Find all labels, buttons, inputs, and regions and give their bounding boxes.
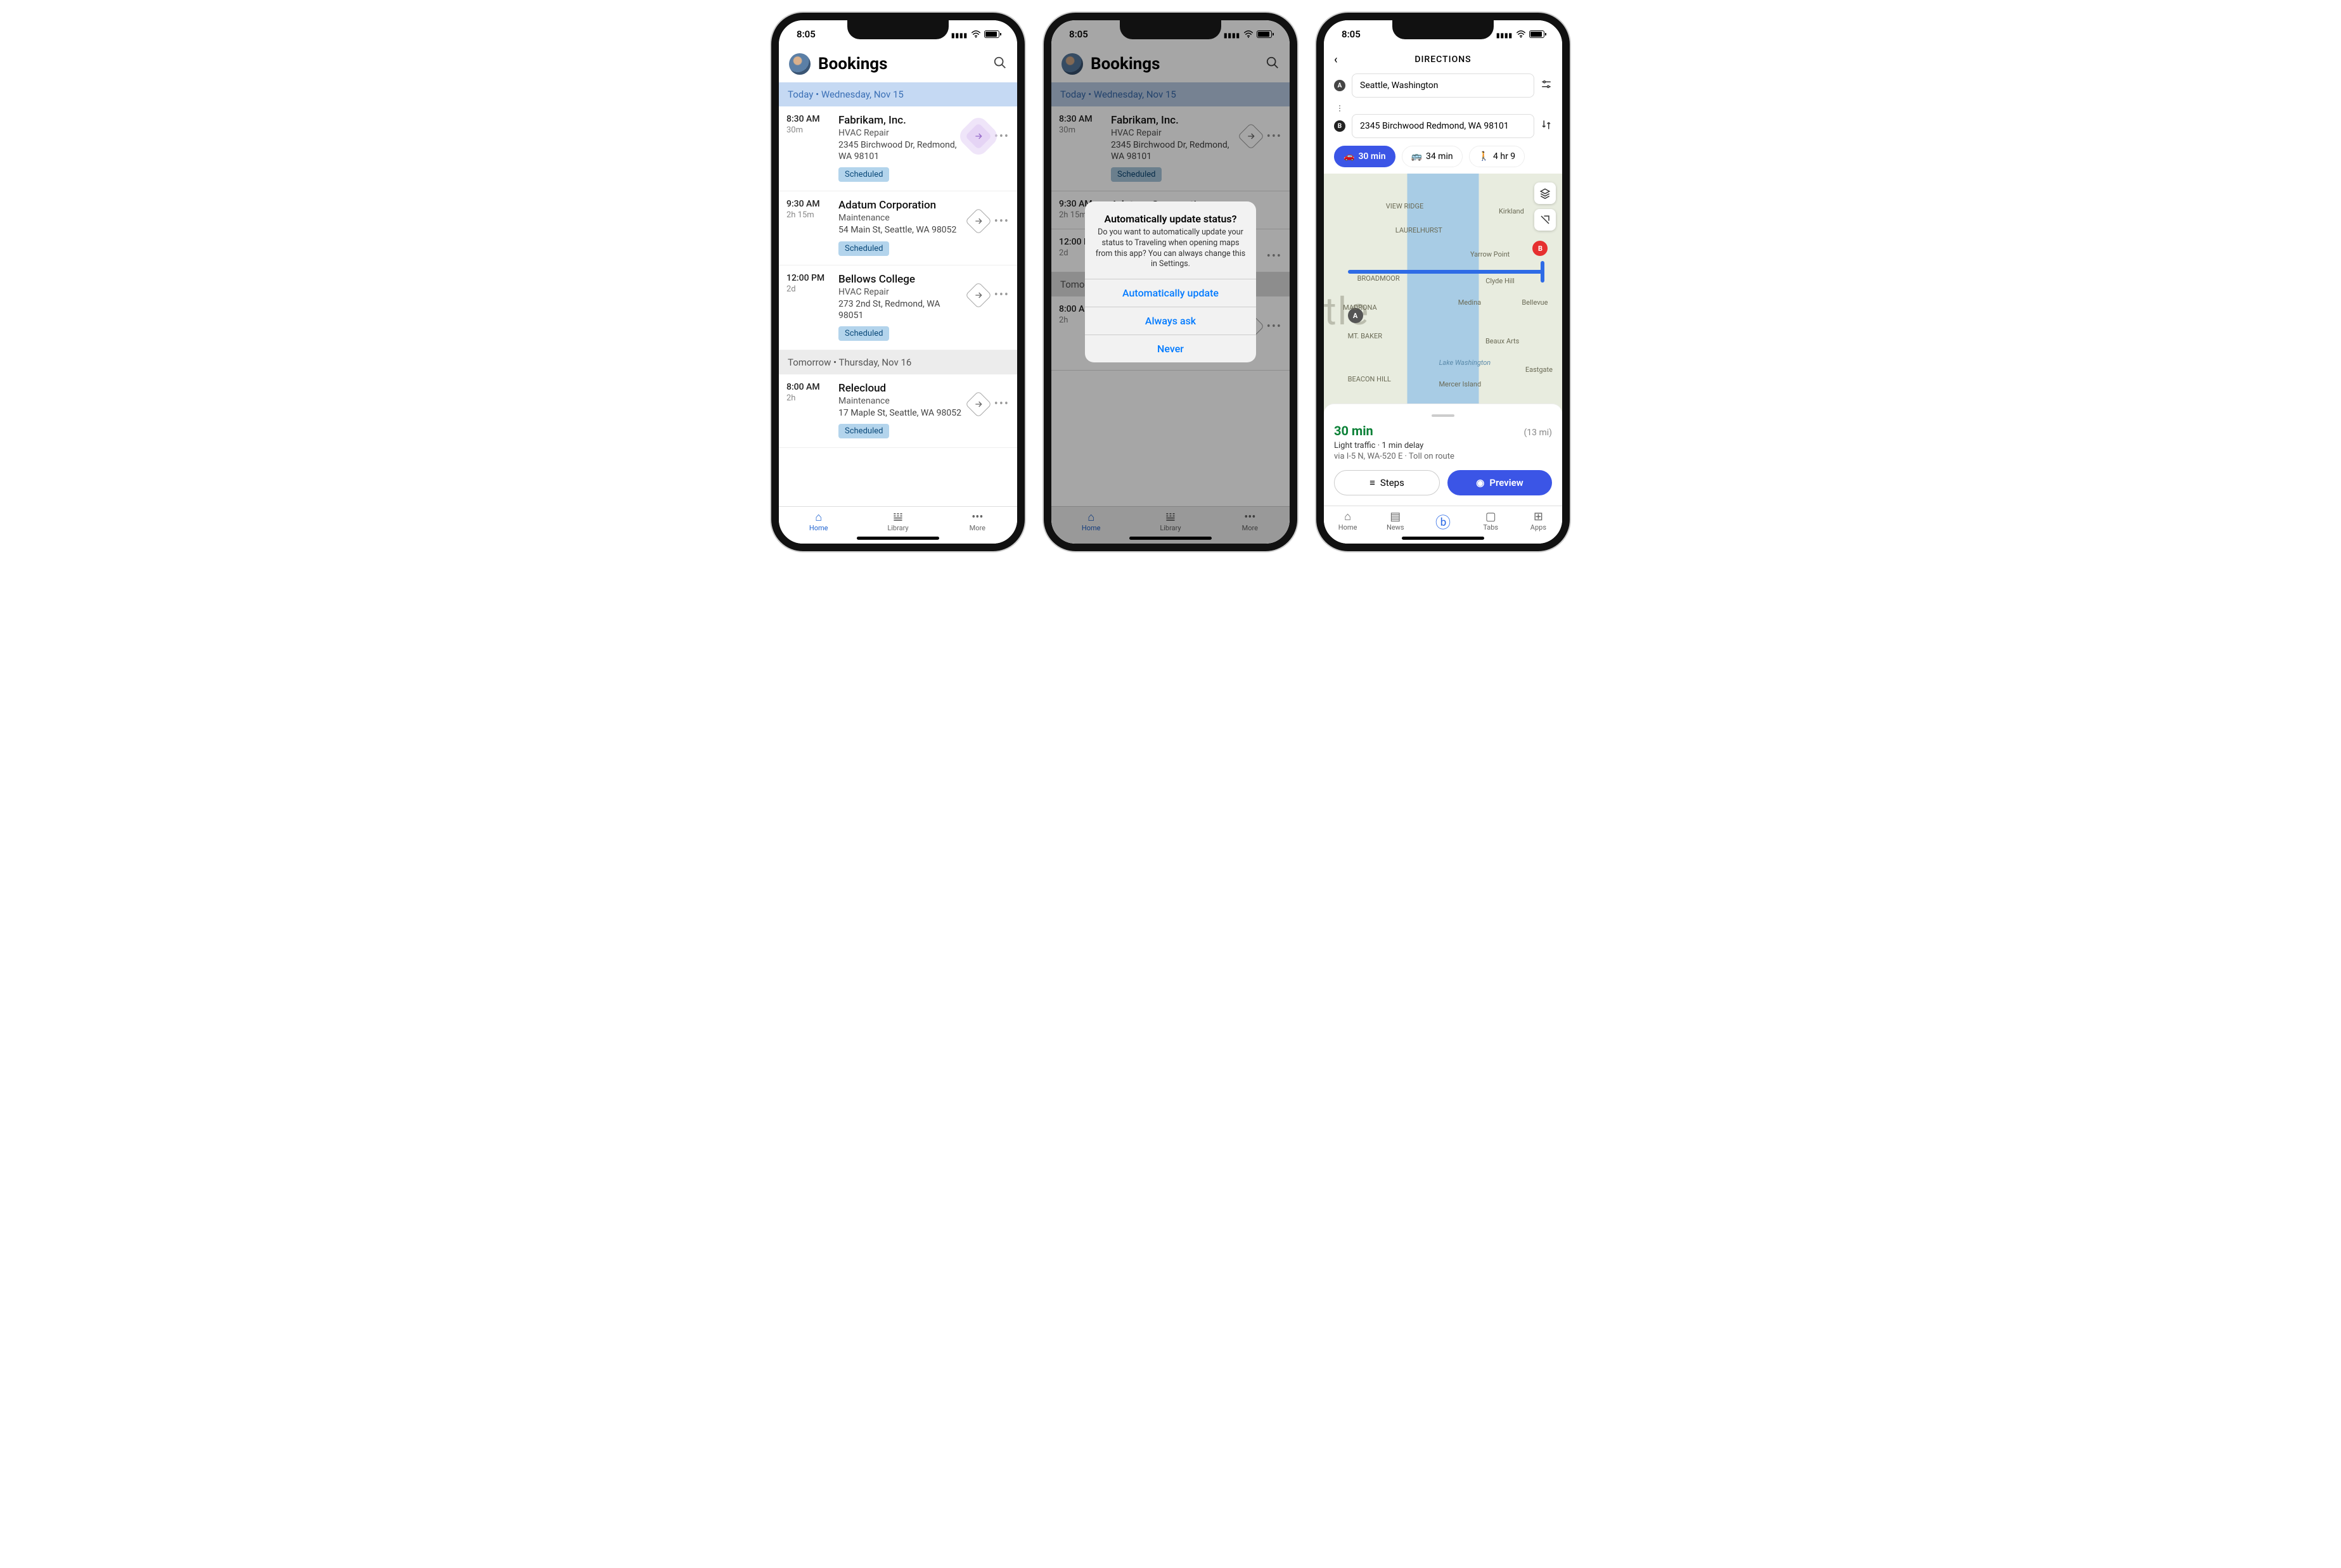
signal-icon xyxy=(951,29,968,40)
back-icon[interactable]: ‹ xyxy=(1334,53,1338,67)
booking-time: 8:30 AM xyxy=(786,114,832,124)
tab-apps[interactable]: ⊞Apps xyxy=(1515,510,1562,532)
alert-message: Do you want to automatically update your… xyxy=(1095,227,1246,271)
modal-overlay: Automatically update status? Do you want… xyxy=(1051,20,1290,544)
traffic-button[interactable] xyxy=(1534,209,1556,231)
phone-bookings-dialog: 8:05 Bookings Today • Wednesday, Nov 15 … xyxy=(1044,13,1297,551)
phone-bookings: 8:05 Bookings Today • Wednesday, Nov 15 … xyxy=(771,13,1025,551)
booking-duration: 30m xyxy=(786,125,832,135)
from-input[interactable]: Seattle, Washington xyxy=(1352,73,1534,98)
navigate-button[interactable] xyxy=(965,281,992,308)
more-icon[interactable]: ••• xyxy=(994,397,1010,411)
preview-button[interactable]: ◉Preview xyxy=(1447,470,1552,495)
route-distance: (13 mi) xyxy=(1523,428,1552,438)
directions-title: DIRECTIONS xyxy=(1414,54,1471,65)
more-tab-icon: ••• xyxy=(938,511,1017,524)
apps-icon: ⊞ xyxy=(1515,510,1562,523)
tab-library[interactable]: 𝍎Library xyxy=(858,511,937,532)
app-header: Bookings xyxy=(779,48,1017,82)
tab-tabs[interactable]: ▢Tabs xyxy=(1467,510,1515,532)
car-icon: 🚗 xyxy=(1344,151,1354,162)
booking-row[interactable]: 8:30 AM30m Fabrikam, Inc. HVAC Repair 23… xyxy=(779,106,1017,191)
map[interactable]: tle A B VIEW RIDGE Kirkland LAURELHURST … xyxy=(1324,174,1562,414)
route-traffic: Light traffic · 1 min delay xyxy=(1334,441,1552,450)
section-tomorrow: Tomorrow • Thursday, Nov 16 xyxy=(779,350,1017,374)
battery-icon xyxy=(1529,30,1544,38)
wifi-icon xyxy=(1516,30,1526,38)
bing-icon: ⓑ xyxy=(1419,510,1466,532)
tab-bing[interactable]: ⓑ xyxy=(1419,510,1466,532)
alert-option-ask[interactable]: Always ask xyxy=(1085,307,1256,335)
search-icon[interactable] xyxy=(993,56,1007,72)
battery-icon xyxy=(984,30,999,38)
tab-news[interactable]: ▤News xyxy=(1371,510,1419,532)
layers-button[interactable] xyxy=(1534,182,1556,204)
navigate-button[interactable] xyxy=(965,208,992,234)
booking-row[interactable]: 12:00 PM2d Bellows College HVAC Repair 2… xyxy=(779,265,1017,350)
swap-icon[interactable] xyxy=(1541,119,1552,133)
phone-directions: 8:05 ‹ DIRECTIONS A Seattle, Washington … xyxy=(1316,13,1570,551)
tab-more[interactable]: •••More xyxy=(938,511,1017,532)
wifi-icon xyxy=(971,30,981,38)
home-indicator[interactable] xyxy=(857,537,939,540)
eye-icon: ◉ xyxy=(1476,477,1484,488)
navigate-button[interactable] xyxy=(965,123,992,150)
status-badge: Scheduled xyxy=(838,167,889,182)
bus-icon: 🚌 xyxy=(1411,151,1422,162)
more-icon[interactable]: ••• xyxy=(994,130,1010,143)
route-time: 30 min xyxy=(1334,423,1373,438)
signal-icon xyxy=(1496,29,1513,40)
marker-a-icon: A xyxy=(1334,80,1345,91)
transport-modes: 🚗30 min 🚌34 min 🚶4 hr 9 xyxy=(1324,143,1562,174)
directions-inputs: A Seattle, Washington B 2345 Birchwood R… xyxy=(1324,70,1562,143)
mode-walk[interactable]: 🚶4 hr 9 xyxy=(1469,146,1525,167)
tab-home[interactable]: ⌂Home xyxy=(1324,510,1371,532)
route-via: via I-5 N, WA-520 E · Toll on route xyxy=(1334,452,1552,461)
more-icon[interactable]: ••• xyxy=(994,215,1010,228)
page-title: Bookings xyxy=(818,54,985,73)
booking-name: Fabrikam, Inc. xyxy=(838,114,963,127)
mode-transit[interactable]: 🚌34 min xyxy=(1402,146,1463,167)
home-icon: ⌂ xyxy=(779,511,858,524)
route-sheet[interactable]: 30 min (13 mi) Light traffic · 1 min del… xyxy=(1324,404,1562,506)
tab-home[interactable]: ⌂Home xyxy=(779,511,858,532)
alert-dialog: Automatically update status? Do you want… xyxy=(1085,201,1256,363)
pin-b-icon: B xyxy=(1532,241,1548,256)
directions-header: ‹ DIRECTIONS xyxy=(1324,48,1562,70)
home-indicator[interactable] xyxy=(1402,537,1484,540)
home-icon: ⌂ xyxy=(1324,510,1371,523)
sheet-handle[interactable] xyxy=(1432,414,1454,417)
status-bar: 8:05 xyxy=(779,20,1017,48)
mode-car[interactable]: 🚗30 min xyxy=(1334,146,1395,167)
booking-service: HVAC Repair xyxy=(838,128,963,138)
section-today: Today • Wednesday, Nov 15 xyxy=(779,82,1017,106)
route-dots-icon xyxy=(1339,103,1552,114)
route-line xyxy=(1348,270,1543,274)
alert-title: Automatically update status? xyxy=(1095,213,1246,225)
booking-list[interactable]: 8:30 AM30m Fabrikam, Inc. HVAC Repair 23… xyxy=(779,106,1017,506)
status-time: 8:05 xyxy=(797,29,816,40)
library-icon: 𝍎 xyxy=(858,511,937,524)
settings-icon[interactable] xyxy=(1541,79,1552,92)
alert-option-never[interactable]: Never xyxy=(1085,335,1256,362)
walk-icon: 🚶 xyxy=(1478,151,1489,162)
tabs-icon: ▢ xyxy=(1467,510,1515,523)
avatar[interactable] xyxy=(789,53,811,75)
booking-row[interactable]: 9:30 AM2h 15m Adatum Corporation Mainten… xyxy=(779,191,1017,265)
booking-row[interactable]: 8:00 AM2h Relecloud Maintenance 17 Maple… xyxy=(779,374,1017,448)
list-icon: ≡ xyxy=(1369,477,1375,488)
booking-address: 2345 Birchwood Dr, Redmond, WA 98101 xyxy=(838,139,963,162)
to-input[interactable]: 2345 Birchwood Redmond, WA 98101 xyxy=(1352,114,1534,138)
alert-option-auto[interactable]: Automatically update xyxy=(1085,279,1256,307)
more-icon[interactable]: ••• xyxy=(994,288,1010,302)
marker-b-icon: B xyxy=(1334,120,1345,132)
news-icon: ▤ xyxy=(1371,510,1419,523)
steps-button[interactable]: ≡Steps xyxy=(1334,470,1440,495)
navigate-button[interactable] xyxy=(965,391,992,417)
